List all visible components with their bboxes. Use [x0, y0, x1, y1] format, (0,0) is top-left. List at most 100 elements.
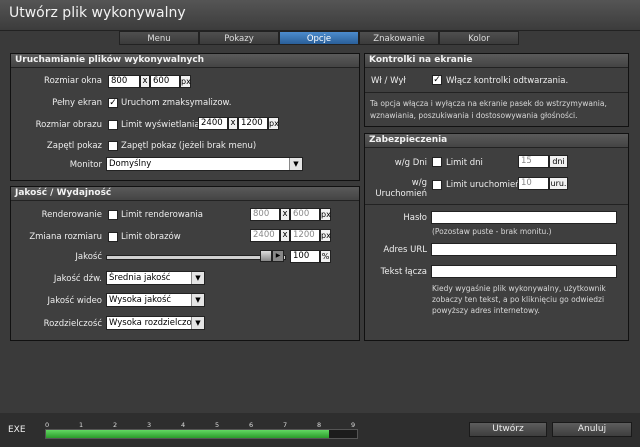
window-size-label: Rozmiar okna: [44, 76, 102, 86]
onoff-label: Wł / Wył: [371, 76, 406, 86]
resolution-select[interactable]: Wysoka rozdzielczo ▼: [106, 316, 205, 330]
render-label: Renderowanie: [41, 210, 102, 220]
fullscreen-label: Pełny ekran: [52, 98, 102, 108]
tab-opcje[interactable]: Opcje: [279, 31, 359, 45]
runs-option: Limit uruchomień: [446, 180, 521, 190]
size-meter: [45, 429, 358, 439]
monitor-select[interactable]: Domyślny ▼: [106, 157, 303, 171]
quality-value-field[interactable]: 100: [290, 250, 320, 263]
runs-label: w/g: [411, 178, 427, 188]
link-text-label: Tekst łącza: [380, 267, 427, 277]
scale-tick: 1: [79, 421, 84, 429]
image-size-separator: x: [228, 117, 238, 130]
password-hint: (Pozostaw puste - brak monitu.): [432, 227, 552, 236]
loop-option: Zapętl pokaz (jeżeli brak menu): [121, 141, 257, 151]
video-label: Jakość wideo: [47, 296, 102, 306]
image-px-unit: px: [268, 117, 279, 130]
resolution-value: Wysoka rozdzielczo: [109, 318, 192, 328]
render-separator: x: [280, 208, 290, 221]
image-size-option: Limit wyświetlania: [121, 120, 200, 130]
password-field[interactable]: [431, 211, 617, 224]
resize-checkbox[interactable]: [108, 232, 118, 242]
chevron-down-icon: ▼: [289, 158, 302, 170]
url-label: Adres URL: [383, 245, 427, 255]
exe-label: EXE: [8, 425, 26, 435]
audio-quality-select[interactable]: Średnia jakość ▼: [106, 271, 205, 285]
loop-label: Zapętl pokaz: [46, 141, 102, 151]
days-unit: dni: [549, 155, 568, 168]
cancel-button[interactable]: Anuluj: [552, 422, 632, 437]
resize-width-field[interactable]: 2400: [250, 229, 280, 242]
monitor-label: Monitor: [69, 160, 102, 170]
video-value: Wysoka jakość: [109, 295, 172, 305]
audio-label: Jakość dźw.: [53, 274, 102, 284]
tab-bar: Menu Pokazy Opcje Znakowanie Kolor: [119, 31, 519, 46]
scale-tick: 8: [317, 421, 322, 429]
chevron-down-icon: ▼: [191, 317, 204, 329]
divider: [365, 92, 628, 93]
px-unit: px: [180, 75, 191, 88]
resize-px-unit: px: [320, 229, 331, 242]
create-button[interactable]: Utwórz: [469, 422, 547, 437]
scale-tick: 3: [147, 421, 152, 429]
image-height-field[interactable]: 1200: [238, 117, 268, 130]
image-size-checkbox[interactable]: [108, 120, 118, 130]
quality-label: Jakość: [75, 252, 102, 262]
scale-tick: 2: [113, 421, 118, 429]
chevron-down-icon: ▼: [191, 294, 204, 306]
window-height-field[interactable]: 600: [150, 75, 180, 88]
resolution-label: Rozdzielczość: [43, 319, 102, 329]
days-option: Limit dni: [446, 158, 483, 168]
controls-option: Włącz kontrolki odtwarzania.: [446, 76, 569, 86]
render-width-field[interactable]: 800: [250, 208, 280, 221]
link-text-field[interactable]: [431, 265, 617, 278]
tab-menu[interactable]: Menu: [119, 31, 199, 45]
tab-znakowanie[interactable]: Znakowanie: [359, 31, 439, 45]
quality-slider-thumb[interactable]: [260, 250, 272, 262]
video-quality-select[interactable]: Wysoka jakość ▼: [106, 293, 205, 307]
scale-tick: 5: [215, 421, 220, 429]
launch-heading: Uruchamianie plików wykonywalnych: [11, 54, 359, 68]
resize-height-field[interactable]: 1200: [290, 229, 320, 242]
controls-heading: Kontrolki na ekranie: [365, 54, 628, 68]
url-field[interactable]: [431, 243, 617, 256]
days-field[interactable]: 15: [518, 155, 549, 168]
quality-slider-track[interactable]: [106, 255, 286, 260]
image-width-field[interactable]: 2400: [198, 117, 228, 130]
days-checkbox[interactable]: [432, 157, 442, 167]
resize-label: Zmiana rozmiaru: [29, 232, 102, 242]
password-label: Hasło: [403, 213, 427, 223]
fullscreen-checkbox[interactable]: ✓: [108, 98, 118, 108]
size-meter-fill: [46, 430, 329, 438]
scale-tick: 9: [351, 421, 356, 429]
days-label: w/g Dni: [394, 158, 427, 168]
controls-checkbox[interactable]: ✓: [432, 75, 442, 85]
tab-pokazy[interactable]: Pokazy: [199, 31, 279, 45]
scale-tick: 6: [249, 421, 254, 429]
window-width-field[interactable]: 800: [108, 75, 140, 88]
percent-unit: %: [320, 250, 331, 263]
chevron-down-icon: ▼: [191, 272, 204, 284]
size-separator: x: [140, 75, 150, 88]
scale-tick: 4: [181, 421, 186, 429]
monitor-value: Domyślny: [109, 159, 152, 169]
expiry-note: Kiedy wygaśnie plik wykonywalny, użytkow…: [432, 284, 606, 315]
slider-right-arrow-icon[interactable]: ▶: [272, 250, 284, 262]
quality-heading: Jakość / Wydajność: [11, 187, 359, 201]
render-checkbox[interactable]: [108, 210, 118, 220]
title-bar: Utwórz plik wykonywalny: [0, 0, 640, 31]
scale-tick: 7: [283, 421, 288, 429]
render-height-field[interactable]: 600: [290, 208, 320, 221]
runs-checkbox[interactable]: [432, 180, 442, 190]
divider: [365, 204, 628, 205]
window-title: Utwórz plik wykonywalny: [9, 5, 186, 21]
security-heading: Zabezpieczenia: [365, 134, 628, 148]
tab-kolor[interactable]: Kolor: [439, 31, 519, 45]
scale-tick: 0: [45, 421, 50, 429]
render-px-unit: px: [320, 208, 331, 221]
runs-unit: uru.: [549, 177, 568, 190]
image-size-label: Rozmiar obrazu: [35, 120, 102, 130]
fullscreen-option: Uruchom zmaksymalizow.: [121, 98, 232, 108]
runs-field[interactable]: 10: [518, 177, 549, 190]
loop-checkbox[interactable]: [108, 141, 118, 151]
